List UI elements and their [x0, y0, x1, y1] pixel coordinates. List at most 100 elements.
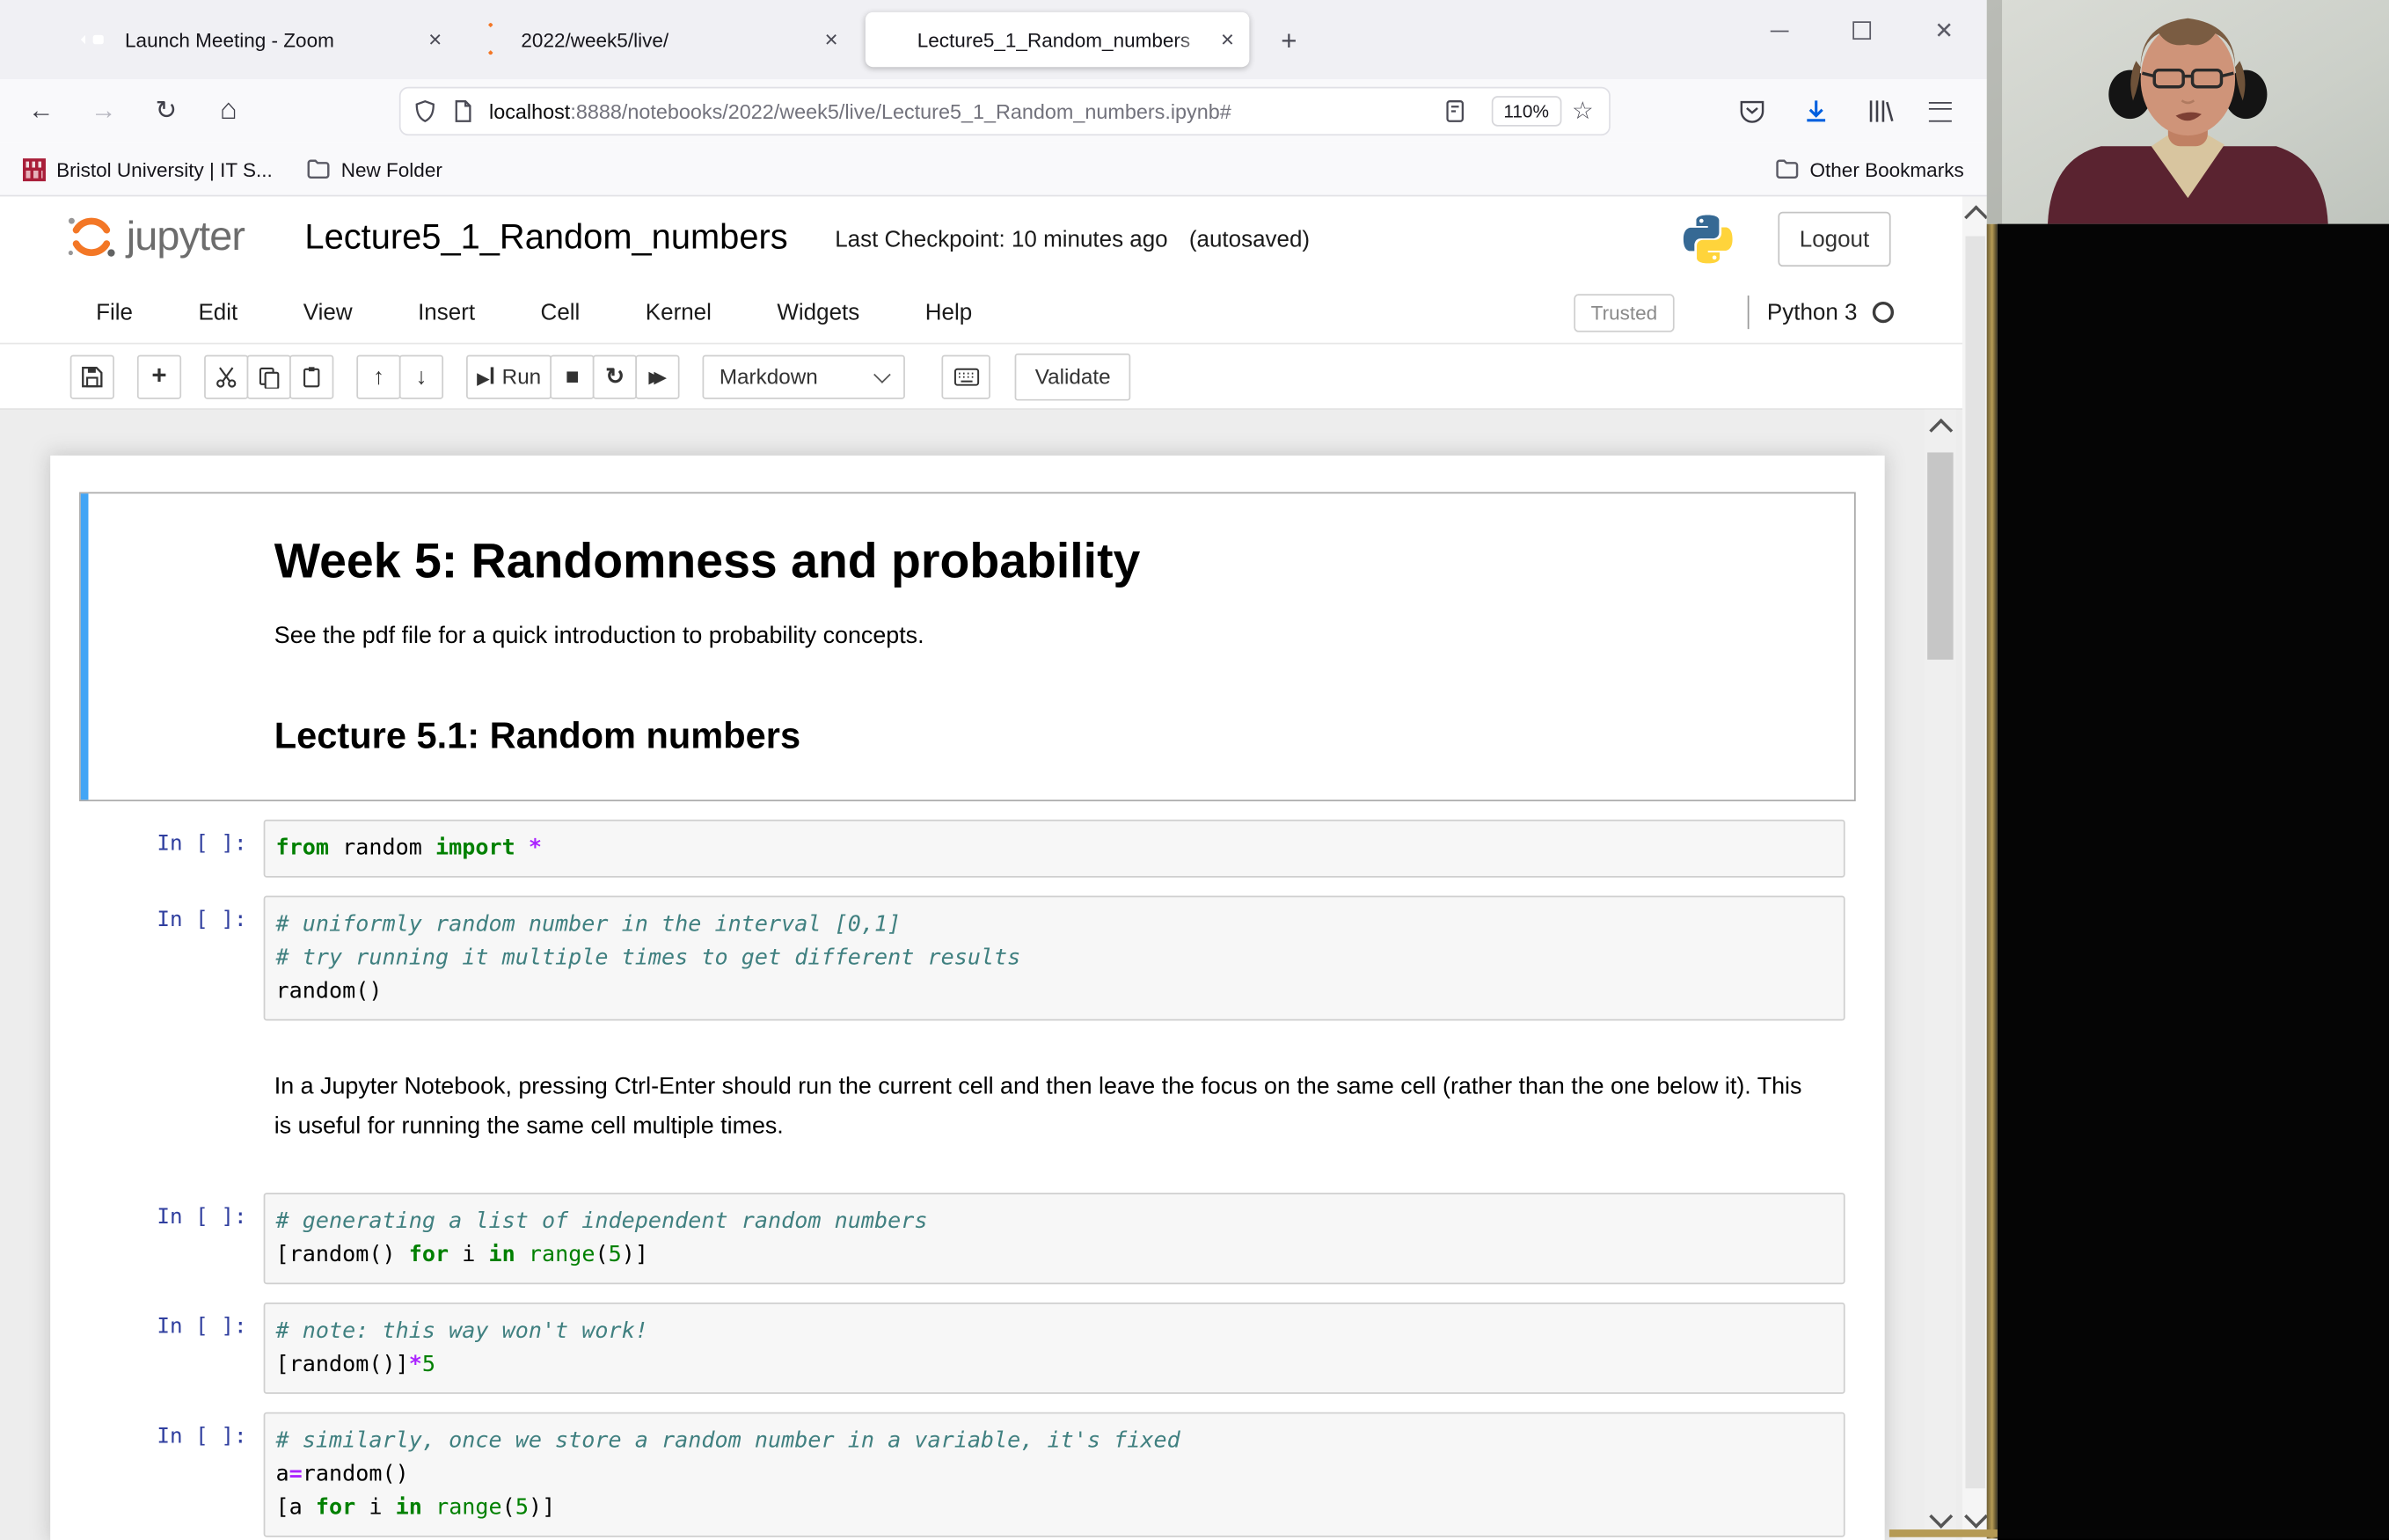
- forward-icon[interactable]: →: [81, 88, 127, 134]
- restart-icon: ↻: [605, 363, 625, 390]
- tab-title: Launch Meeting - Zoom: [125, 28, 420, 52]
- cell-prompt: In [ ]:: [157, 832, 247, 857]
- command-palette-button[interactable]: [941, 354, 991, 398]
- restart-kernel-button[interactable]: ↻: [593, 354, 638, 398]
- notebook-title[interactable]: Lecture5_1_Random_numbers: [304, 216, 787, 258]
- menu-kernel[interactable]: Kernel: [646, 299, 712, 325]
- menu-view[interactable]: View: [303, 299, 353, 325]
- library-icon[interactable]: [1865, 96, 1896, 127]
- run-cell-button[interactable]: ▶ Run: [466, 354, 552, 398]
- menu-widgets[interactable]: Widgets: [777, 299, 859, 325]
- interrupt-kernel-button[interactable]: ■: [550, 354, 595, 398]
- notebook-cell-code[interactable]: In [ ]: # note: this way won't work! [rand…: [79, 1303, 1856, 1395]
- code-input[interactable]: # generating a list of independent rando…: [263, 1193, 1845, 1285]
- scroll-down-icon[interactable]: [1928, 1504, 1953, 1529]
- menu-insert[interactable]: Insert: [418, 299, 475, 325]
- bookmarks-bar: Bristol University | IT S... New Folder …: [0, 142, 1998, 197]
- close-tab-icon[interactable]: ×: [1221, 26, 1234, 52]
- tab-zoom[interactable]: Launch Meeting - Zoom ×: [73, 12, 457, 67]
- bookmark-new-folder[interactable]: New Folder: [306, 157, 442, 180]
- notebook-cell-code[interactable]: In [ ]: from random import *: [79, 820, 1856, 878]
- browser-scrollbar[interactable]: [1962, 196, 1989, 1540]
- window-edge: [1889, 1529, 1998, 1537]
- notebook-scroll-area: Week 5: Randomness and probability See th…: [0, 409, 1998, 1540]
- code-input[interactable]: # note: this way won't work! [random()]*5: [263, 1303, 1845, 1395]
- code-line: [random() for i in range(5)]: [275, 1243, 649, 1268]
- other-bookmarks[interactable]: Other Bookmarks: [1775, 157, 1964, 180]
- code-line: from random import *: [275, 836, 542, 861]
- move-cell-down-button[interactable]: ↓: [398, 354, 444, 398]
- menu-cell[interactable]: Cell: [541, 299, 581, 325]
- notebook-menubar: File Edit View Insert Cell Kernel Widget…: [0, 281, 1998, 345]
- markdown-p: In a Jupyter Notebook, pressing Ctrl-Ent…: [274, 1074, 1802, 1140]
- jupyter-logo[interactable]: jupyter: [64, 208, 245, 263]
- window-maximize-button[interactable]: [1829, 0, 1896, 61]
- scrollbar-thumb[interactable]: [1927, 452, 1954, 661]
- cell-prompt: In [ ]:: [157, 1205, 247, 1230]
- code-line: # uniformly random number in the interva…: [275, 912, 902, 938]
- notebook-cell-markdown[interactable]: Week 5: Randomness and probability See th…: [79, 492, 1856, 802]
- notebook-cell-code[interactable]: In [ ]: # similarly, once we store a rand…: [79, 1412, 1856, 1538]
- trusted-button[interactable]: Trusted: [1574, 293, 1675, 332]
- code-input[interactable]: # similarly, once we store a random numb…: [263, 1412, 1845, 1538]
- kernel-name: Python 3: [1766, 299, 1858, 325]
- zoom-level-button[interactable]: 110%: [1491, 96, 1561, 127]
- scrollbar-thumb[interactable]: [1965, 236, 1985, 1489]
- close-tab-icon[interactable]: ×: [428, 26, 442, 52]
- notebook-icon: [880, 27, 905, 52]
- menu-edit[interactable]: Edit: [198, 299, 237, 325]
- validate-button[interactable]: Validate: [1014, 352, 1131, 400]
- add-cell-button[interactable]: +: [136, 354, 182, 398]
- code-line: # similarly, once we store a random numb…: [275, 1429, 1180, 1454]
- back-icon[interactable]: ←: [18, 88, 64, 134]
- move-cell-up-button[interactable]: ↑: [356, 354, 401, 398]
- menu-hamburger-icon[interactable]: [1928, 101, 1952, 121]
- window-close-button[interactable]: ✕: [1910, 0, 1977, 61]
- divider: [1747, 296, 1750, 330]
- code-input[interactable]: # uniformly random number in the interva…: [263, 895, 1845, 1021]
- code-line: # generating a list of independent rando…: [275, 1209, 928, 1235]
- code-input[interactable]: from random import *: [263, 820, 1845, 878]
- save-button[interactable]: [69, 354, 114, 398]
- cut-cell-button[interactable]: [204, 354, 249, 398]
- notebook-scrollbar[interactable]: [1924, 409, 1957, 1540]
- pocket-icon[interactable]: [1737, 96, 1768, 127]
- reload-icon[interactable]: ↻: [143, 88, 189, 134]
- notebook-cell-markdown[interactable]: In a Jupyter Notebook, pressing Ctrl-Ent…: [79, 1040, 1856, 1175]
- copy-cell-button[interactable]: [246, 354, 291, 398]
- bookmark-bristol[interactable]: Bristol University | IT S...: [22, 157, 273, 181]
- bristol-favicon: [22, 157, 46, 181]
- notebook-container: Week 5: Randomness and probability See th…: [50, 455, 1885, 1540]
- folder-icon: [307, 159, 330, 179]
- reader-view-icon[interactable]: [1443, 99, 1467, 124]
- home-icon[interactable]: ⌂: [206, 88, 252, 134]
- notebook-cell-code[interactable]: In [ ]: # generating a list of independen…: [79, 1193, 1856, 1285]
- tab-jupyter-tree[interactable]: 2022/week5/live/ ×: [469, 12, 852, 67]
- paste-cell-button[interactable]: [289, 354, 334, 398]
- restart-run-all-button[interactable]: ▶▶: [635, 354, 680, 398]
- tab-notebook-active[interactable]: Lecture5_1_Random_numbers ×: [865, 11, 1250, 68]
- bookmark-star-icon[interactable]: ☆: [1572, 96, 1594, 127]
- close-tab-icon[interactable]: ×: [824, 26, 837, 52]
- scroll-up-icon[interactable]: [1928, 418, 1953, 442]
- run-label: Run: [501, 363, 542, 389]
- url-bar[interactable]: localhost:8888/notebooks/2022/week5/live…: [398, 86, 1611, 136]
- cell-type-select[interactable]: Markdown: [702, 354, 906, 398]
- window-minimize-button[interactable]: [1746, 0, 1813, 61]
- scroll-up-icon[interactable]: [1963, 205, 1988, 230]
- notebook-cell-code[interactable]: In [ ]: # uniformly random number in the …: [79, 895, 1856, 1021]
- cut-icon: [216, 366, 237, 387]
- navigation-bar: ← → ↻ ⌂ localhost:8888/notebooks/2022/we…: [0, 79, 1998, 143]
- download-icon[interactable]: [1801, 96, 1831, 127]
- notebook-cells: Week 5: Randomness and probability See th…: [79, 492, 1856, 1538]
- cell-prompt: In [ ]:: [157, 908, 247, 933]
- scroll-down-icon[interactable]: [1963, 1504, 1988, 1529]
- logout-button[interactable]: Logout: [1778, 211, 1891, 267]
- code-lines: # uniformly random number in the interva…: [276, 909, 1844, 1009]
- menu-file[interactable]: File: [96, 299, 133, 325]
- new-tab-button[interactable]: +: [1268, 25, 1311, 62]
- save-icon: [82, 366, 103, 387]
- code-line: # try running it multiple times to get d…: [275, 945, 1021, 971]
- url-text[interactable]: localhost:8888/notebooks/2022/week5/live…: [489, 99, 1436, 122]
- menu-help[interactable]: Help: [925, 299, 972, 325]
